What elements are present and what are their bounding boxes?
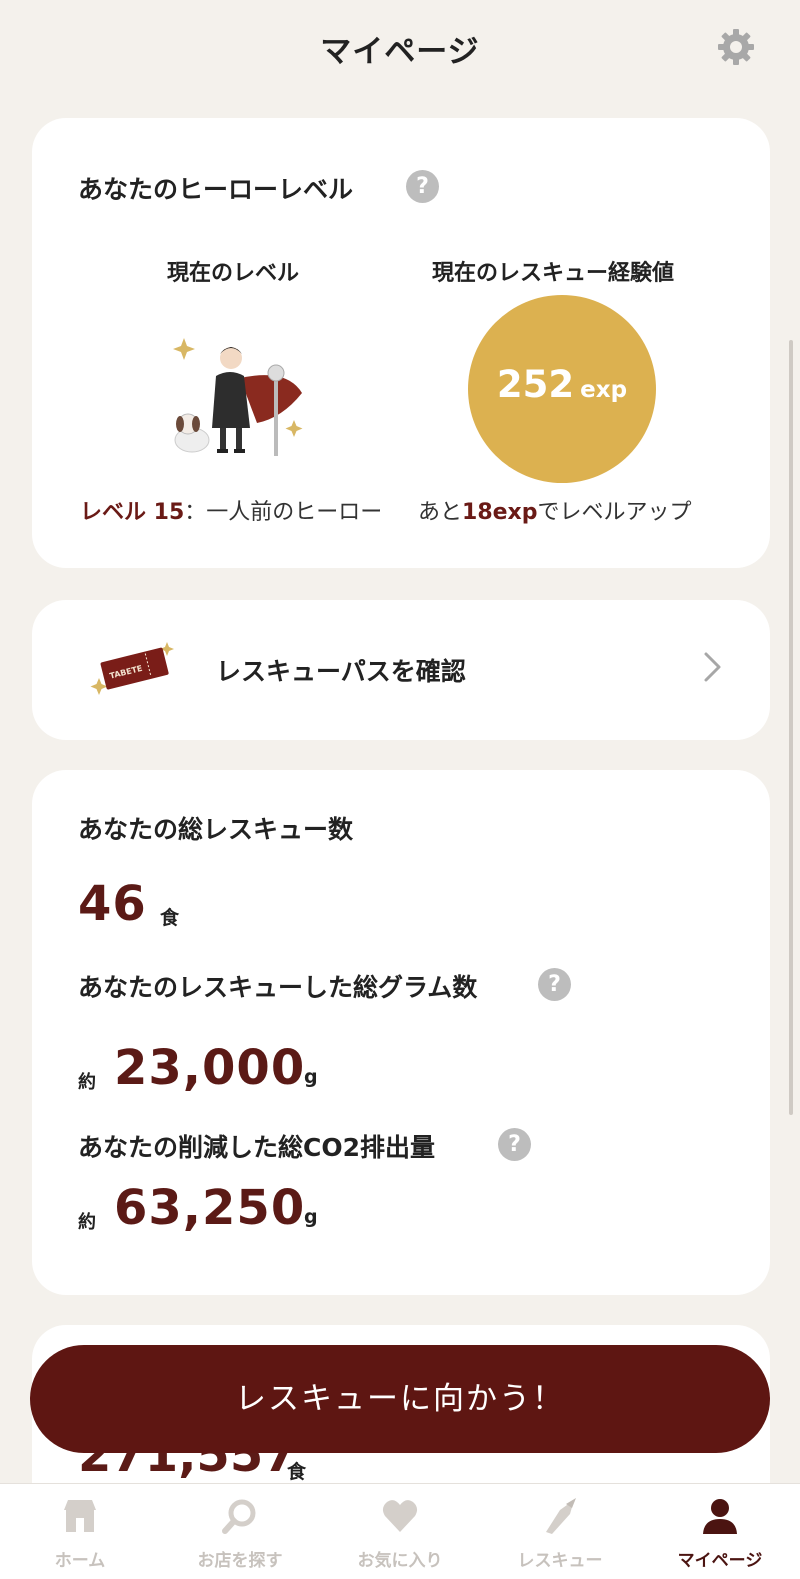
total-grams-value: 23,000 bbox=[114, 1040, 306, 1096]
search-icon bbox=[222, 1499, 256, 1534]
co2-unit: g bbox=[304, 1206, 318, 1228]
page-title: マイページ bbox=[320, 34, 480, 70]
total-grams-unit: g bbox=[304, 1066, 318, 1088]
co2-value: 63,250 bbox=[114, 1180, 306, 1236]
level-title: ：一人前のヒーロー bbox=[184, 500, 383, 525]
co2-prefix: 約 bbox=[78, 1212, 96, 1233]
rescue-pass-label: レスキューパスを確認 bbox=[216, 657, 466, 686]
tab-label: お店を探す bbox=[197, 1551, 283, 1571]
header: マイページ bbox=[0, 0, 800, 96]
shop-icon bbox=[64, 1500, 96, 1532]
user-icon bbox=[703, 1499, 737, 1534]
bottom-tab-bar: ホーム お店を探す お気に入り レスキュー マイページ bbox=[0, 1483, 800, 1579]
co2-label: あなたの削減した総CO2排出量 bbox=[78, 1133, 435, 1162]
tab-label: ホーム bbox=[54, 1551, 106, 1571]
tab-favorites[interactable]: お気に入り bbox=[320, 1484, 480, 1579]
hero-illustration bbox=[173, 338, 303, 456]
tab-label: マイページ bbox=[677, 1551, 763, 1571]
ticket-icon: TABETE bbox=[90, 642, 174, 695]
scrollbar[interactable] bbox=[789, 340, 793, 1115]
go-rescue-button[interactable]: レスキューに向かう！ bbox=[30, 1345, 770, 1453]
exp-value: 252 bbox=[496, 363, 575, 406]
tab-rescue[interactable]: レスキュー bbox=[480, 1484, 640, 1579]
heart-icon bbox=[382, 1500, 418, 1532]
hero-level-title: あなたのヒーローレベル bbox=[78, 175, 354, 204]
rescue-icon bbox=[546, 1498, 576, 1534]
tab-mypage[interactable]: マイページ bbox=[640, 1484, 800, 1579]
community-total-unit: 食 bbox=[287, 1461, 307, 1483]
tab-label: お気に入り bbox=[357, 1551, 443, 1571]
help-icon[interactable]: ? bbox=[538, 968, 571, 1001]
help-icon[interactable]: ? bbox=[498, 1128, 531, 1161]
exp-circle: 252 exp bbox=[468, 295, 656, 483]
level-status: レベル 15：一人前のヒーロー bbox=[80, 494, 382, 526]
tab-search[interactable]: お店を探す bbox=[160, 1484, 320, 1579]
exp-unit: exp bbox=[580, 377, 628, 403]
total-grams-label: あなたのレスキューした総グラム数 bbox=[78, 973, 478, 1002]
next-suffix: でレベルアップ bbox=[537, 500, 692, 525]
chevron-right-icon bbox=[704, 652, 721, 682]
total-rescue-label: あなたの総レスキュー数 bbox=[78, 815, 354, 844]
total-rescue-unit: 食 bbox=[160, 907, 180, 929]
next-prefix: あと bbox=[418, 500, 463, 525]
tab-home[interactable]: ホーム bbox=[0, 1484, 160, 1579]
stats-card: あなたの総レスキュー数 46 食 あなたのレスキューした総グラム数 ? 約 23… bbox=[32, 770, 770, 1295]
current-exp-label: 現在のレスキュー経験値 bbox=[432, 261, 675, 286]
tab-label: レスキュー bbox=[517, 1551, 603, 1571]
gear-icon[interactable] bbox=[716, 27, 756, 67]
next-level-status: あと18expでレベルアップ bbox=[418, 494, 692, 526]
total-rescue-value: 46 bbox=[78, 876, 147, 932]
total-grams-prefix: 約 bbox=[78, 1072, 96, 1093]
next-exp-value: 18exp bbox=[462, 500, 538, 525]
hero-level-card: あなたのヒーローレベル ? 現在のレベル 現在のレスキュー経験値 252 exp … bbox=[32, 118, 770, 568]
rescue-pass-button[interactable]: TABETE レスキューパスを確認 bbox=[32, 600, 770, 740]
help-icon[interactable]: ? bbox=[406, 170, 439, 203]
current-level-label: 現在のレベル bbox=[167, 261, 300, 286]
level-number: レベル 15 bbox=[80, 500, 185, 525]
